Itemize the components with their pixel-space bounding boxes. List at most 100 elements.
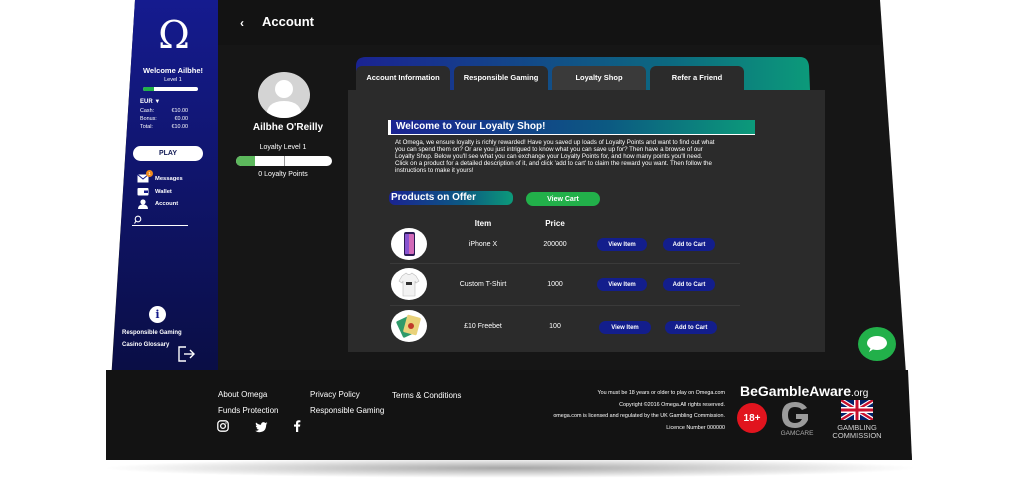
gambling-commission-logo[interactable]: GAMBLING COMMISSION <box>823 400 891 440</box>
age-badge-text: 18+ <box>743 412 761 424</box>
profile-name: Ailbhe O'Reilly <box>252 122 324 133</box>
view-cart-button[interactable]: View Cart <box>526 192 600 206</box>
sidebar-item-label: Messages <box>155 175 183 182</box>
product-image-freebet[interactable] <box>391 310 427 342</box>
sidebar-item-label: Wallet <box>155 188 172 195</box>
product-price: 100 <box>549 323 561 330</box>
person-icon <box>138 198 148 209</box>
balance-row: Total: €10.00 <box>140 124 188 132</box>
instagram-link[interactable] <box>217 419 229 432</box>
product-image-iphone[interactable] <box>391 228 427 260</box>
product-name: £10 Freebet <box>464 323 502 330</box>
progress-divider <box>284 156 285 166</box>
footer-link-responsible-gaming[interactable]: Responsible Gaming <box>310 406 384 415</box>
balance-label: Bonus: <box>140 116 157 122</box>
facebook-link[interactable] <box>293 419 301 432</box>
welcome-text: Welcome Ailbhe! <box>142 66 203 75</box>
balance-value: €10.00 <box>171 124 189 130</box>
sidebar-item-wallet[interactable]: Wallet <box>137 186 207 197</box>
play-button[interactable]: PLAY <box>133 146 203 161</box>
table-row: iPhone X 200000 View Item Add to Cart <box>388 227 740 263</box>
info-button[interactable]: i <box>149 306 166 323</box>
logout-icon <box>178 346 195 362</box>
currency-select[interactable]: EUR ▼ <box>140 99 160 105</box>
product-price: 1000 <box>547 281 563 288</box>
bga-be: Be <box>740 383 758 399</box>
balance-label: Cash: <box>140 108 155 114</box>
product-image-tshirt[interactable] <box>391 268 427 300</box>
sidebar-item-account[interactable]: Account <box>137 198 207 209</box>
view-item-button[interactable]: View Item <box>597 238 647 251</box>
balance-label: Total: <box>140 124 153 130</box>
gamcare-text: GAMCARE <box>780 430 814 437</box>
level-progress-fill <box>143 87 154 91</box>
responsible-gaming-link[interactable]: Responsible Gaming <box>122 330 182 336</box>
bga-aware: Aware <box>809 383 852 399</box>
balance-table: Cash: €10.00 Bonus: €0.00 Total: €10.00 <box>140 108 188 132</box>
sidebar-item-messages[interactable]: 1 Messages <box>137 170 207 184</box>
table-row: £10 Freebet 100 View Item Add to Cart <box>388 309 740 345</box>
footer-link-terms[interactable]: Terms & Conditions <box>392 391 461 400</box>
add-to-cart-button[interactable]: Add to Cart <box>665 321 717 334</box>
footer-link-funds-protection[interactable]: Funds Protection <box>218 406 278 415</box>
facebook-icon <box>294 420 301 432</box>
legal-license: omega.com is licensed and regulated by t… <box>553 413 725 419</box>
balance-value: €0.00 <box>174 116 189 122</box>
view-item-button[interactable]: View Item <box>599 321 651 334</box>
tab-account-information[interactable]: Account Information <box>356 66 450 90</box>
row-divider <box>390 305 740 306</box>
level-text: Level 1 <box>164 77 182 83</box>
bga-org: .org <box>851 388 869 399</box>
footer-link-about[interactable]: About Omega <box>218 390 267 399</box>
balance-value: €10.00 <box>171 108 189 114</box>
chat-bubble-icon <box>867 336 887 352</box>
back-button[interactable]: ‹ <box>240 14 252 30</box>
legal-licence-number: Licence Number 000000 <box>666 425 725 431</box>
tshirt-icon <box>398 272 420 297</box>
balance-row: Bonus: €0.00 <box>140 116 188 124</box>
age-restriction-badge: 18+ <box>737 403 767 433</box>
row-divider <box>390 263 740 264</box>
shop-title: Welcome to Your Loyalty Shop! <box>396 121 546 132</box>
twitter-link[interactable] <box>255 420 268 433</box>
twitter-icon <box>255 422 268 433</box>
page-title: Account <box>262 14 314 29</box>
add-to-cart-button[interactable]: Add to Cart <box>663 278 715 291</box>
product-price: 200000 <box>543 241 567 248</box>
table-row: Custom T-Shirt 1000 View Item Add to Car… <box>388 267 740 303</box>
products-heading: Products on Offer <box>391 192 477 203</box>
union-jack-icon <box>841 400 873 420</box>
level-progress <box>143 87 198 91</box>
view-item-button[interactable]: View Item <box>597 278 647 291</box>
chat-button[interactable] <box>858 327 896 361</box>
add-to-cart-button[interactable]: Add to Cart <box>663 238 715 251</box>
loyalty-progress <box>236 156 332 166</box>
gamcare-g-icon <box>782 402 808 428</box>
info-icon: i <box>155 308 160 321</box>
chevron-left-icon: ‹ <box>240 16 244 30</box>
balance-row: Cash: €10.00 <box>140 108 188 116</box>
shop-description: At Omega, we ensure loyalty is richly re… <box>395 139 715 174</box>
shop-title-banner: Welcome to Your Loyalty Shop! <box>388 120 755 135</box>
bga-gamble: Gamble <box>757 383 810 399</box>
avatar-person-icon <box>266 80 302 118</box>
messages-badge: 1 <box>146 170 153 177</box>
instagram-icon <box>217 420 229 432</box>
wallet-icon <box>137 188 149 196</box>
product-name: Custom T-Shirt <box>459 281 507 288</box>
omega-logo: Ω <box>158 13 190 57</box>
tab-refer-a-friend[interactable]: Refer a Friend <box>650 66 744 90</box>
products-heading-banner: Products on Offer <box>389 191 513 205</box>
tab-responsible-gaming[interactable]: Responsible Gaming <box>454 66 548 90</box>
casino-glossary-link[interactable]: Casino Glossary <box>122 342 169 348</box>
begambleaware-logo[interactable]: BeGambleAware.org <box>740 383 890 399</box>
search-icon <box>134 215 142 224</box>
footer-link-privacy[interactable]: Privacy Policy <box>310 390 360 399</box>
avatar <box>258 72 310 118</box>
logout-button[interactable] <box>178 346 196 362</box>
phone-icon <box>404 232 415 256</box>
tab-loyalty-shop[interactable]: Loyalty Shop <box>552 66 646 90</box>
loyalty-progress-fill <box>236 156 256 166</box>
sidebar-search[interactable] <box>132 214 188 226</box>
gamcare-logo[interactable]: GAMCARE <box>775 400 819 440</box>
